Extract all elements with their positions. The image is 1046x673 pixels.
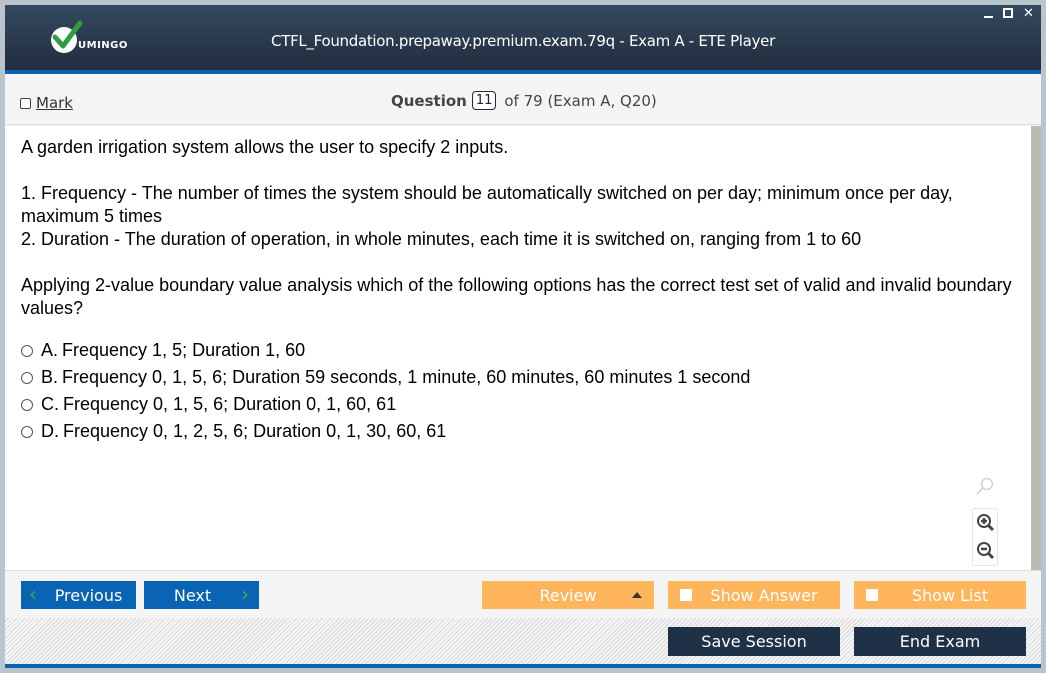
- maximize-icon: [1003, 8, 1013, 18]
- question-bar: Mark Question 11 of 79 (Exam A, Q20): [5, 78, 1041, 125]
- question-paragraph: Applying 2-value boundary value analysis…: [21, 275, 1012, 318]
- question-paragraph: 1. Frequency - The number of times the s…: [21, 183, 953, 226]
- option-text: Frequency 0, 1, 2, 5, 6; Duration 0, 1, …: [63, 421, 447, 441]
- navigation-bar: ‹ Previous Next › Review Show Answer Sho…: [5, 570, 1041, 618]
- show-answer-toggle[interactable]: Show Answer: [668, 581, 840, 609]
- zoom-in-button[interactable]: [976, 513, 996, 538]
- radio-button[interactable]: [21, 344, 33, 357]
- answer-option-d[interactable]: D. Frequency 0, 1, 2, 5, 6; Duration 0, …: [21, 418, 750, 445]
- option-letter: A.: [41, 340, 59, 360]
- show-answer-label: Show Answer: [710, 585, 818, 605]
- radio-button[interactable]: [21, 425, 33, 438]
- checkbox-icon: [20, 97, 31, 109]
- review-label: Review: [539, 585, 597, 605]
- option-letter: C.: [41, 394, 59, 414]
- previous-button[interactable]: ‹ Previous: [21, 581, 136, 609]
- option-text: Frequency 0, 1, 5, 6; Duration 0, 1, 60,…: [63, 394, 397, 414]
- checkbox-icon: [866, 589, 878, 601]
- option-text: Frequency 1, 5; Duration 1, 60: [62, 340, 306, 360]
- title-bar: UMINGO CTFL_Foundation.prepaway.premium.…: [5, 5, 1041, 74]
- question-count: of 79 (Exam A, Q20): [504, 91, 657, 110]
- question-number-input[interactable]: 11: [471, 91, 497, 110]
- zoom-in-icon: [977, 514, 995, 532]
- question-paragraph: A garden irrigation system allows the us…: [21, 137, 509, 157]
- mark-checkbox[interactable]: Mark: [20, 94, 73, 112]
- minimize-button[interactable]: [984, 8, 997, 18]
- previous-label: Previous: [54, 585, 123, 605]
- save-session-label: Save Session: [701, 632, 807, 651]
- chevron-left-icon: ‹: [29, 582, 37, 606]
- question-text: A garden irrigation system allows the us…: [21, 136, 1021, 320]
- zoom-out-button[interactable]: [976, 541, 996, 566]
- option-text: Frequency 0, 1, 5, 6; Duration 59 second…: [62, 367, 751, 387]
- close-button[interactable]: ✕: [1022, 6, 1035, 20]
- zoom-controls: [972, 508, 998, 566]
- triangle-up-icon: [632, 592, 642, 598]
- next-label: Next: [173, 585, 212, 605]
- option-letter: D.: [41, 421, 59, 441]
- window-controls: ✕: [984, 6, 1035, 20]
- end-exam-button[interactable]: End Exam: [854, 627, 1026, 656]
- review-button[interactable]: Review: [482, 581, 654, 609]
- footer-bar: Save Session End Exam: [5, 618, 1041, 668]
- answer-option-a[interactable]: A. Frequency 1, 5; Duration 1, 60: [21, 337, 750, 364]
- answer-option-b[interactable]: B. Frequency 0, 1, 5, 6; Duration 59 sec…: [21, 364, 750, 391]
- mark-label: Mark: [36, 94, 73, 112]
- ete-player-window: UMINGO CTFL_Foundation.prepaway.premium.…: [5, 5, 1041, 668]
- show-list-label: Show List: [911, 585, 989, 605]
- question-paragraph: 2. Duration - The duration of operation,…: [21, 229, 862, 249]
- show-list-toggle[interactable]: Show List: [854, 581, 1026, 609]
- question-label: Question: [391, 91, 467, 110]
- question-navigator: Question 11 of 79 (Exam A, Q20): [391, 91, 657, 110]
- zoom-out-icon: [977, 542, 995, 560]
- chevron-right-icon: ›: [241, 582, 249, 606]
- end-exam-label: End Exam: [899, 632, 981, 651]
- window-title: CTFL_Foundation.prepaway.premium.exam.79…: [271, 32, 775, 50]
- radio-button[interactable]: [21, 371, 33, 384]
- option-letter: B.: [41, 367, 59, 387]
- vertical-scrollbar[interactable]: [1031, 126, 1041, 570]
- question-content: A garden irrigation system allows the us…: [5, 126, 1031, 570]
- answer-option-c[interactable]: C. Frequency 0, 1, 5, 6; Duration 0, 1, …: [21, 391, 750, 418]
- minimize-icon: [984, 8, 993, 18]
- maximize-button[interactable]: [1003, 8, 1016, 18]
- save-session-button[interactable]: Save Session: [668, 627, 840, 656]
- checkbox-icon: [680, 589, 692, 601]
- magnifier-icon[interactable]: [975, 476, 995, 501]
- answer-options: A. Frequency 1, 5; Duration 1, 60 B. Fre…: [21, 337, 750, 445]
- close-icon: ✕: [1023, 5, 1034, 20]
- next-button[interactable]: Next ›: [144, 581, 259, 609]
- radio-button[interactable]: [21, 398, 33, 411]
